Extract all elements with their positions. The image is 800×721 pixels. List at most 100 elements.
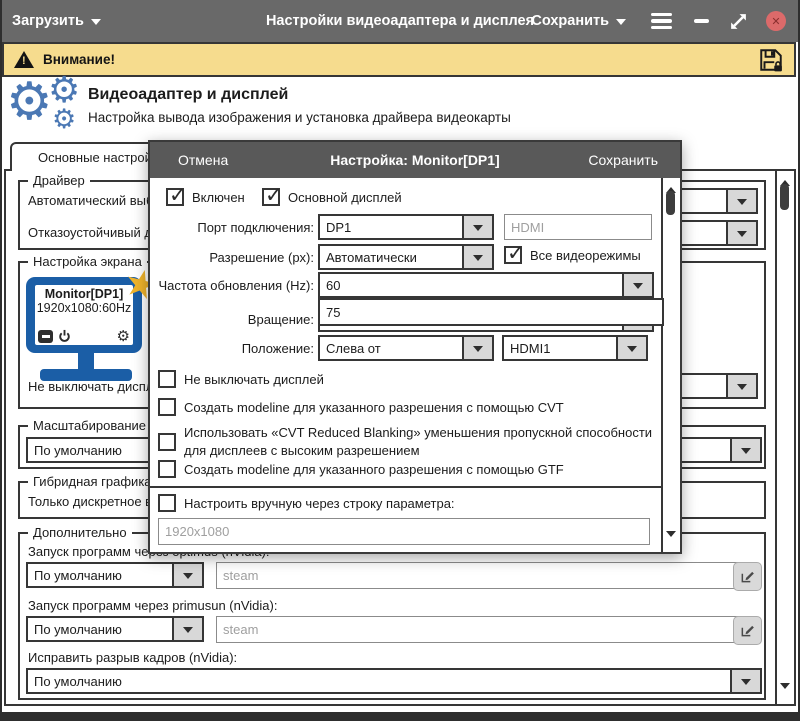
load-button[interactable]: Загрузить (12, 13, 101, 30)
port-name-input[interactable] (504, 214, 652, 240)
gtf-checkbox-row[interactable]: Создать modeline для указанного разрешен… (158, 460, 564, 478)
maximize-button[interactable] (729, 12, 748, 31)
manual-checkbox-label: Настроить вручную через строку параметра… (184, 495, 455, 511)
keep-on-checkbox-label: Не выключать дисплей (184, 371, 324, 387)
page-title: Видеоадаптер и дисплей (88, 86, 289, 103)
dropdown-arrow-icon (726, 375, 756, 397)
dropdown-arrow-icon (462, 246, 492, 268)
dialog-cancel-button[interactable]: Отмена (178, 152, 228, 168)
minimize-button[interactable] (694, 19, 709, 23)
section-divider (150, 486, 663, 488)
dialog-scrollbar[interactable] (661, 178, 680, 552)
save-caret-icon (616, 18, 626, 30)
close-icon: ✕ (766, 11, 786, 31)
primus-edit-button[interactable] (733, 616, 762, 645)
port-select[interactable]: DP1 (318, 214, 494, 240)
primary-checkbox-row[interactable]: Основной дисплей (262, 183, 402, 208)
window-border-left (0, 0, 2, 721)
gear-medium-icon: ⚙ (48, 69, 81, 110)
rotation-label: Вращение: (247, 312, 314, 327)
dialog-scrollbar-down-icon[interactable] (666, 531, 676, 542)
dropdown-arrow-icon (622, 274, 652, 296)
tearing-label: Исправить разрыв кадров (nVidia): (28, 650, 238, 665)
cvt-checkbox[interactable] (158, 398, 176, 416)
gear-large-icon: ⚙ (6, 73, 53, 131)
cvt-checkbox-row[interactable]: Создать modeline для указанного разрешен… (158, 398, 564, 416)
close-button[interactable]: ✕ (766, 11, 786, 31)
position-select[interactable]: Слева от (318, 335, 494, 361)
primus-input[interactable] (216, 616, 738, 643)
cvt-rb-checkbox-row[interactable]: Использовать «CVT Reduced Blanking» умен… (158, 424, 658, 459)
titlebar: Загрузить Настройки видеоадаптера и дисп… (0, 0, 800, 42)
edit-pencil-icon (741, 625, 754, 637)
dropdown-arrow-icon (616, 337, 646, 359)
warning-icon (14, 51, 34, 68)
dialog-save-button[interactable]: Сохранить (588, 152, 658, 168)
save-locked-button[interactable] (758, 47, 784, 73)
enabled-checkbox-row[interactable]: Включен (166, 183, 245, 208)
window-border-bottom (0, 712, 800, 721)
expand-icon (731, 13, 746, 29)
group-extra: Дополнительно Запуск программ через opti… (18, 525, 766, 700)
cvt-checkbox-label: Создать modeline для указанного разрешен… (184, 399, 564, 415)
keep-on-checkbox-row[interactable]: Не выключать дисплей (158, 370, 324, 388)
warning-bar: Внимание! (2, 42, 796, 77)
optimus-value: По умолчанию (34, 568, 122, 583)
page-subtitle: Настройка вывода изображения и установка… (88, 110, 511, 125)
primus-label: Запуск программ через primusun (nVidia): (28, 598, 278, 613)
power-icon[interactable] (57, 329, 72, 344)
manual-checkbox[interactable] (158, 494, 176, 512)
app-window: Загрузить Настройки видеоадаптера и дисп… (0, 0, 800, 721)
manual-mode-input[interactable] (158, 518, 650, 545)
display-off-icon[interactable] (38, 330, 53, 343)
menu-button[interactable] (651, 10, 672, 33)
primary-checkbox[interactable] (262, 183, 283, 208)
all-modes-label: Все видеорежимы (530, 247, 641, 263)
main-scrollbar[interactable] (775, 171, 794, 704)
menu-icon (651, 12, 672, 17)
port-label: Порт подключения: (197, 220, 314, 235)
keep-on-checkbox[interactable] (158, 370, 176, 388)
dialog-scrollbar-thumb[interactable] (666, 191, 675, 215)
dropdown-arrow-icon (172, 564, 202, 586)
refresh-option-75[interactable]: 75 (326, 305, 340, 320)
dropdown-arrow-icon (726, 222, 756, 244)
scrollbar-thumb[interactable] (780, 184, 789, 210)
group-driver-title: Драйвер (28, 173, 90, 188)
group-extra-title: Дополнительно (28, 525, 132, 540)
refresh-label: Частота обновления (Hz): (158, 278, 314, 293)
manual-checkbox-row[interactable]: Настроить вручную через строку параметра… (158, 494, 455, 512)
refresh-combobox[interactable]: 60 (318, 272, 654, 298)
cvt-rb-checkbox[interactable] (158, 432, 176, 451)
monitor-settings-dialog: Отмена Настройка: Monitor[DP1] Сохранить… (148, 140, 682, 554)
resolution-value: Автоматически (326, 250, 417, 265)
refresh-option-list: 75 (318, 298, 664, 326)
dropdown-arrow-icon (730, 670, 760, 692)
tearing-value: По умолчанию (34, 674, 122, 689)
monitor-settings-icon[interactable]: ⚙ (117, 329, 130, 344)
save-menu-label: Сохранить (531, 13, 609, 29)
gtf-checkbox[interactable] (158, 460, 176, 478)
tearing-select[interactable]: По умолчанию (26, 668, 762, 694)
dropdown-arrow-icon (726, 190, 756, 212)
monitor-stand (78, 351, 94, 369)
scrollbar-down-icon[interactable] (780, 683, 790, 694)
position-value: Слева от (326, 341, 381, 356)
enabled-label: Включен (192, 189, 245, 205)
optimus-edit-button[interactable] (733, 562, 762, 591)
monitor-widget[interactable]: ★ Monitor[DP1] 1920x1080:60Hz ⚙ (26, 261, 163, 381)
position-target-select[interactable]: HDMI1 (502, 335, 648, 361)
optimus-select[interactable]: По умолчанию (26, 562, 204, 588)
save-menu-button[interactable]: Сохранить (531, 13, 626, 30)
resolution-label: Разрешение (px): (209, 250, 314, 265)
position-label: Положение: (241, 341, 314, 356)
enabled-checkbox[interactable] (166, 183, 187, 208)
resolution-select[interactable]: Автоматически (318, 244, 494, 270)
optimus-input[interactable] (216, 562, 738, 589)
all-modes-checkbox[interactable] (504, 241, 525, 266)
all-modes-checkbox-row[interactable]: Все видеорежимы (504, 241, 641, 266)
monitor-name: Monitor[DP1] (44, 287, 124, 301)
monitor-mode: 1920x1080:60Hz (36, 301, 132, 315)
position-target-value: HDMI1 (510, 341, 551, 356)
primus-select[interactable]: По умолчанию (26, 616, 204, 642)
